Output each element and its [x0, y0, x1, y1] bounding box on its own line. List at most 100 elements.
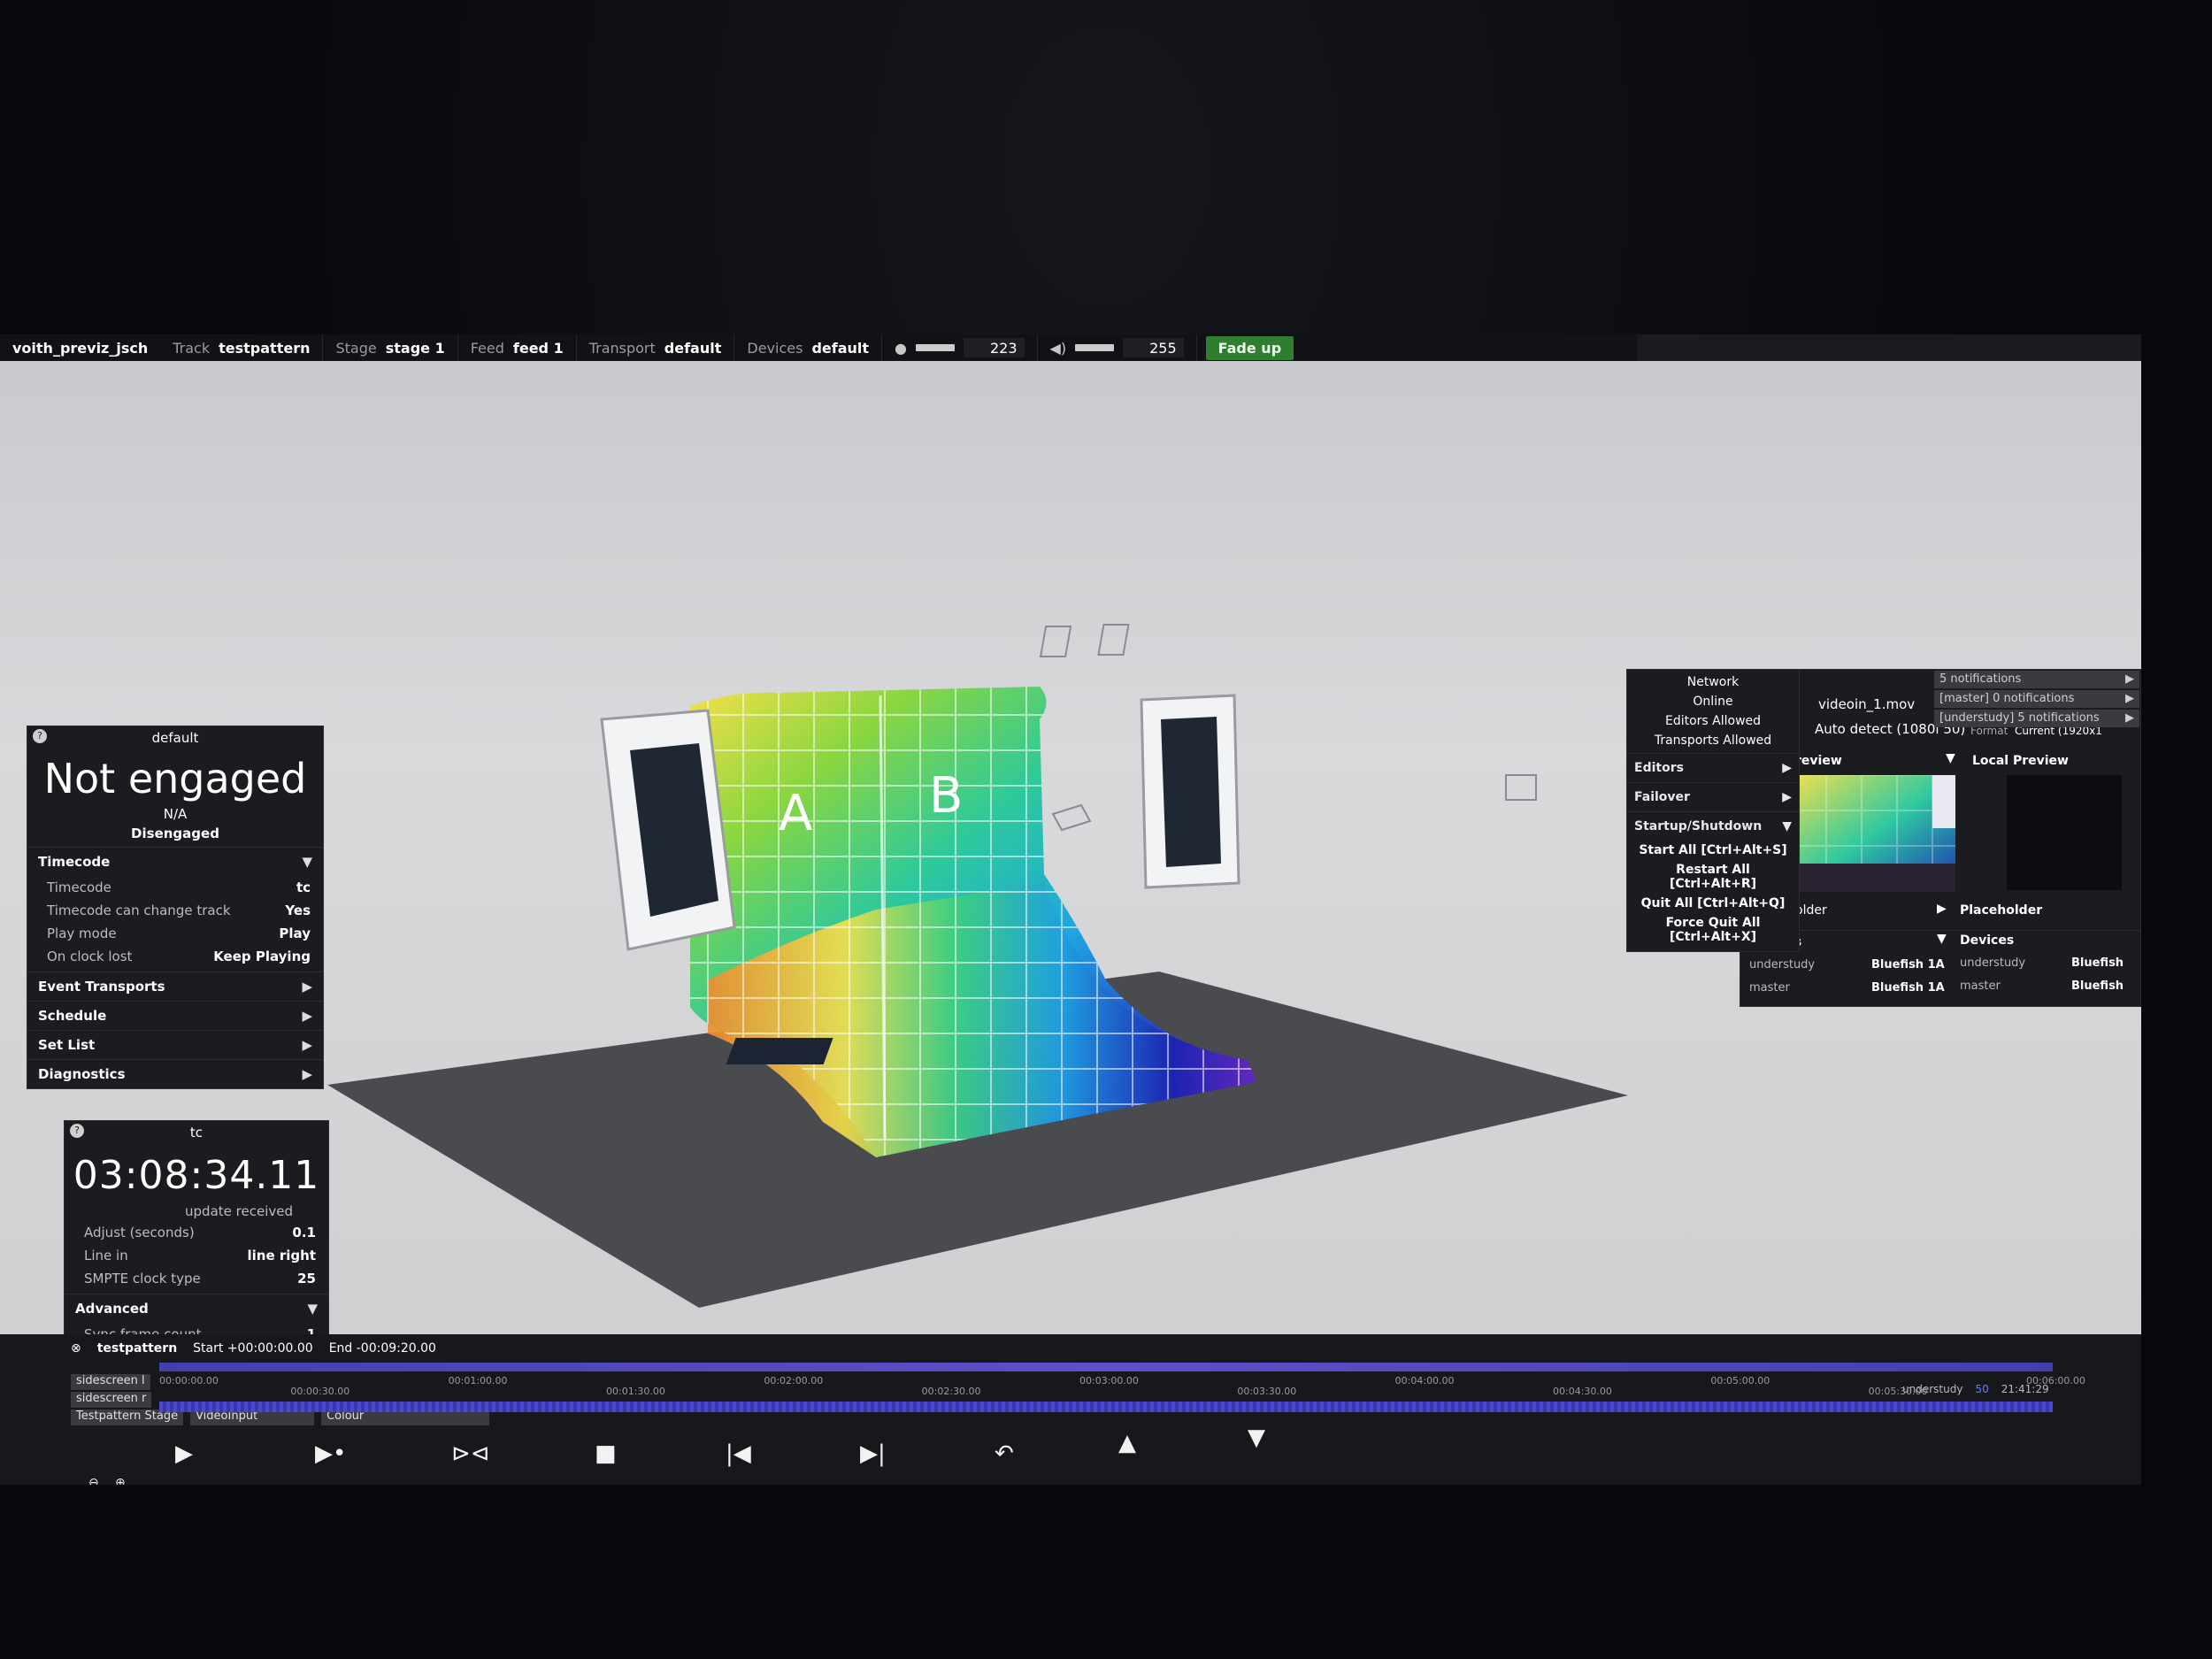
stop-icon[interactable]: ■ [595, 1440, 617, 1467]
stage-selector[interactable]: Stage stage 1 [323, 334, 458, 361]
brightness-slider[interactable] [916, 344, 955, 351]
timeline-end[interactable]: End -00:09:20.00 [329, 1341, 436, 1356]
row-value: Keep Playing [213, 949, 311, 964]
restart-all-action[interactable]: Restart All [Ctrl+Alt+R] [1627, 860, 1799, 894]
arrow-down-icon[interactable]: ▼ [1248, 1425, 1265, 1451]
layer-row[interactable]: sidescreen l [71, 1373, 150, 1391]
network-title: Network [1686, 675, 1740, 689]
placeholder-cut-label: older [1795, 903, 1827, 918]
zoom-in-icon[interactable]: ⊕ [115, 1476, 126, 1485]
section-label: Schedule [38, 1008, 107, 1024]
advanced-section[interactable]: Advanced ▼ [65, 1294, 328, 1323]
network-menu: Network Online Editors Allowed Transport… [1626, 669, 1800, 952]
section-event-transports[interactable]: Event Transports ▶ [27, 972, 323, 1001]
clock-lost-row[interactable]: On clock lost Keep Playing [27, 945, 323, 972]
chevron-down-icon: ▼ [302, 854, 312, 870]
section-schedule[interactable]: Schedule ▶ [27, 1001, 323, 1030]
chevron-down-icon: ▼ [1782, 819, 1792, 833]
network-status: Online [1693, 695, 1733, 709]
play-mode-row[interactable]: Play mode Play [27, 922, 323, 945]
projector-gizmo [1039, 626, 1072, 657]
play-icon[interactable]: ▶ [175, 1440, 193, 1467]
brightness-value[interactable]: 223 [964, 338, 1025, 357]
notifications-master[interactable]: [master] 0 notifications ▶ [1934, 690, 2139, 708]
timeline-tick-label: 00:03:00.00 [1079, 1375, 1139, 1386]
menu-item-failover[interactable]: Failover ▶ [1627, 782, 1799, 811]
row-label: Play mode [47, 926, 117, 941]
notification-text: 5 notifications [1939, 672, 2022, 686]
layer-row[interactable]: sidescreen r [71, 1391, 152, 1409]
chevron-right-icon: ▶ [302, 1008, 312, 1024]
timeline-start[interactable]: Start +00:00:00.00 [193, 1341, 313, 1356]
device-card[interactable]: Bluefish [2071, 956, 2124, 970]
menu-item-editors[interactable]: Editors ▶ [1627, 753, 1799, 782]
skip-forward-icon[interactable]: ▶| [860, 1440, 886, 1467]
brightness-control[interactable]: ● 223 [882, 334, 1038, 361]
camera-gizmo [1505, 774, 1537, 801]
notifications-understudy[interactable]: [understudy] 5 notifications ▶ [1934, 710, 2139, 727]
adjust-row[interactable]: Adjust (seconds) 0.1 [65, 1221, 328, 1244]
timeline-tick-label: 00:05:30.00 [1868, 1386, 1928, 1397]
track-selector[interactable]: Track testpattern [160, 334, 324, 361]
menu-label: Editors [1634, 761, 1684, 775]
monitor-screen: voith_previz_jsch Track testpattern Stage… [0, 334, 2141, 1485]
smpte-row[interactable]: SMPTE clock type 25 [65, 1267, 328, 1294]
device-card[interactable]: Bluefish 1A [1871, 958, 1945, 972]
video-file: videoin_1.mov [1818, 696, 1916, 712]
timeline-track-bar[interactable] [159, 1402, 2053, 1412]
notifications-total[interactable]: 5 notifications ▶ [1934, 671, 2139, 688]
timecode-section[interactable]: Timecode ▼ [27, 847, 323, 876]
timeline-ruler[interactable] [159, 1363, 2053, 1371]
row-value[interactable]: 25 [297, 1271, 316, 1286]
arrow-up-icon[interactable]: ▲ [1118, 1430, 1136, 1456]
force-quit-action[interactable]: Force Quit All [Ctrl+Alt+X] [1627, 913, 1799, 951]
engage-button[interactable]: Disengaged [27, 824, 323, 847]
loop-icon[interactable]: ⊳⊲ [451, 1440, 490, 1467]
feed-selector[interactable]: Feed feed 1 [458, 334, 577, 361]
feed-value: feed 1 [512, 339, 564, 357]
layer-label[interactable]: sidescreen r [71, 1392, 152, 1408]
panel-title: default [151, 730, 199, 746]
engage-status: Not engaged [43, 755, 307, 803]
volume-value[interactable]: 255 [1123, 338, 1184, 357]
layer-label[interactable]: sidescreen l [71, 1374, 150, 1390]
skip-back-icon[interactable]: |◀ [726, 1440, 751, 1467]
chevron-down-icon: ▼ [307, 1301, 318, 1317]
pin-icon[interactable]: ? [33, 729, 47, 743]
transport-selector[interactable]: Transport default [577, 334, 735, 361]
device-name: understudy [1960, 956, 2026, 970]
section-diagnostics[interactable]: Diagnostics ▶ [27, 1059, 323, 1088]
change-track-row[interactable]: Timecode can change track Yes [27, 899, 323, 922]
device-card[interactable]: Bluefish 1A [1871, 981, 1945, 995]
device-card[interactable]: Bluefish [2071, 979, 2124, 993]
zoom-out-icon[interactable]: ⊖ [88, 1476, 99, 1485]
devices-selector[interactable]: Devices default [734, 334, 883, 361]
close-icon[interactable]: ⊗ [71, 1341, 81, 1356]
row-value[interactable]: 0.1 [292, 1225, 316, 1240]
undo-icon[interactable]: ↶ [995, 1440, 1014, 1467]
start-all-action[interactable]: Start All [Ctrl+Alt+S] [1627, 841, 1799, 860]
track-value: testpattern [219, 339, 311, 357]
chevron-right-icon[interactable]: ▶ [1937, 902, 1947, 916]
quit-all-action[interactable]: Quit All [Ctrl+Alt+Q] [1627, 894, 1799, 913]
chevron-down-icon[interactable]: ▼ [1937, 932, 1947, 946]
play-step-icon[interactable]: ▶• [315, 1440, 346, 1467]
volume-slider[interactable] [1075, 344, 1115, 351]
row-value[interactable]: line right [248, 1248, 316, 1263]
network-transports: Transports Allowed [1654, 733, 1772, 748]
project-name[interactable]: voith_previz_jsch [0, 340, 160, 357]
line-in-row[interactable]: Line in line right [65, 1244, 328, 1267]
pin-icon[interactable]: ? [70, 1124, 84, 1138]
row-value: tc [296, 879, 311, 895]
volume-control[interactable]: ◀) 255 [1038, 334, 1197, 361]
fade-up-button[interactable]: Fade up [1205, 335, 1294, 360]
timeline-tick-label: 00:03:30.00 [1237, 1386, 1297, 1397]
row-label: Line in [84, 1248, 128, 1263]
menu-item-startup[interactable]: Startup/Shutdown ▼ [1627, 811, 1799, 841]
section-label: Timecode [38, 854, 111, 870]
chevron-right-icon: ▶ [302, 979, 312, 995]
section-set-list[interactable]: Set List ▶ [27, 1030, 323, 1059]
timecode-row[interactable]: Timecode tc [27, 876, 323, 899]
timeline-tick-label: 00:00:00.00 [159, 1375, 219, 1386]
chevron-down-icon[interactable]: ▼ [1946, 751, 1955, 765]
